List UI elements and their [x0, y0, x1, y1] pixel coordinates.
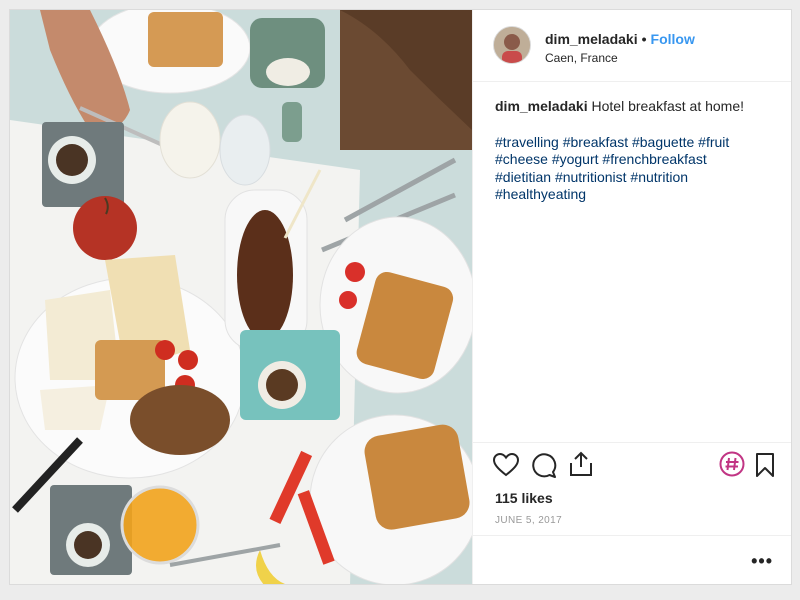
hashtag-line: #dietitian #nutritionist #nutrition [495, 169, 775, 187]
hashtag[interactable]: #nutritionist [555, 169, 627, 185]
hashtag-line: #travelling #breakfast #baguette #fruit [495, 134, 775, 152]
caption-text: Hotel breakfast at home! [591, 98, 745, 114]
hashtag[interactable]: #nutrition [630, 169, 688, 185]
hashtag-list: #travelling #breakfast #baguette #fruit … [495, 134, 775, 204]
post-header: dim_meladaki • Follow Caen, France [473, 10, 791, 82]
caption-line: dim_meladaki Hotel breakfast at home! [495, 98, 775, 116]
hashtag-line: #cheese #yogurt #frenchbreakfast [495, 151, 775, 169]
share-icon[interactable] [569, 451, 593, 482]
avatar-image [494, 27, 530, 63]
hashtag[interactable]: #cheese [495, 151, 548, 167]
avatar[interactable] [493, 26, 531, 64]
separator-dot: • [641, 31, 647, 47]
hashtag[interactable]: #baguette [632, 134, 694, 150]
post-date: JUNE 5, 2017 [495, 515, 563, 526]
post-photo[interactable] [10, 10, 472, 584]
likes-count[interactable]: 115 likes [495, 490, 553, 506]
hashtag[interactable]: #frenchbreakfast [602, 151, 706, 167]
breakfast-table-photo [10, 10, 472, 584]
location-link[interactable]: Caen, France [545, 51, 618, 65]
post-footer: ••• [473, 535, 791, 584]
action-bar [473, 442, 791, 484]
instagram-post: dim_meladaki • Follow Caen, France dim_mel… [9, 9, 792, 585]
header-username-row: dim_meladaki • Follow [545, 31, 695, 47]
bookmark-icon[interactable] [755, 452, 775, 483]
hashtag[interactable]: #travelling [495, 134, 559, 150]
hashtag[interactable]: #yogurt [552, 151, 599, 167]
hashtag-line: #healthyeating [495, 186, 775, 204]
follow-button[interactable]: Follow [651, 31, 695, 47]
hashtag[interactable]: #dietitian [495, 169, 551, 185]
post-sidebar: dim_meladaki • Follow Caen, France dim_mel… [472, 10, 791, 584]
hashtag[interactable]: #healthyeating [495, 186, 586, 202]
post-caption: dim_meladaki Hotel breakfast at home! #t… [495, 98, 775, 204]
hashtag[interactable]: #breakfast [563, 134, 628, 150]
caption-username[interactable]: dim_meladaki [495, 98, 588, 114]
hashtag-icon[interactable] [719, 451, 745, 482]
username-link[interactable]: dim_meladaki [545, 31, 638, 47]
more-options-icon[interactable]: ••• [751, 551, 773, 572]
comment-icon[interactable] [531, 453, 557, 484]
heart-icon[interactable] [492, 452, 520, 482]
hashtag[interactable]: #fruit [698, 134, 729, 150]
